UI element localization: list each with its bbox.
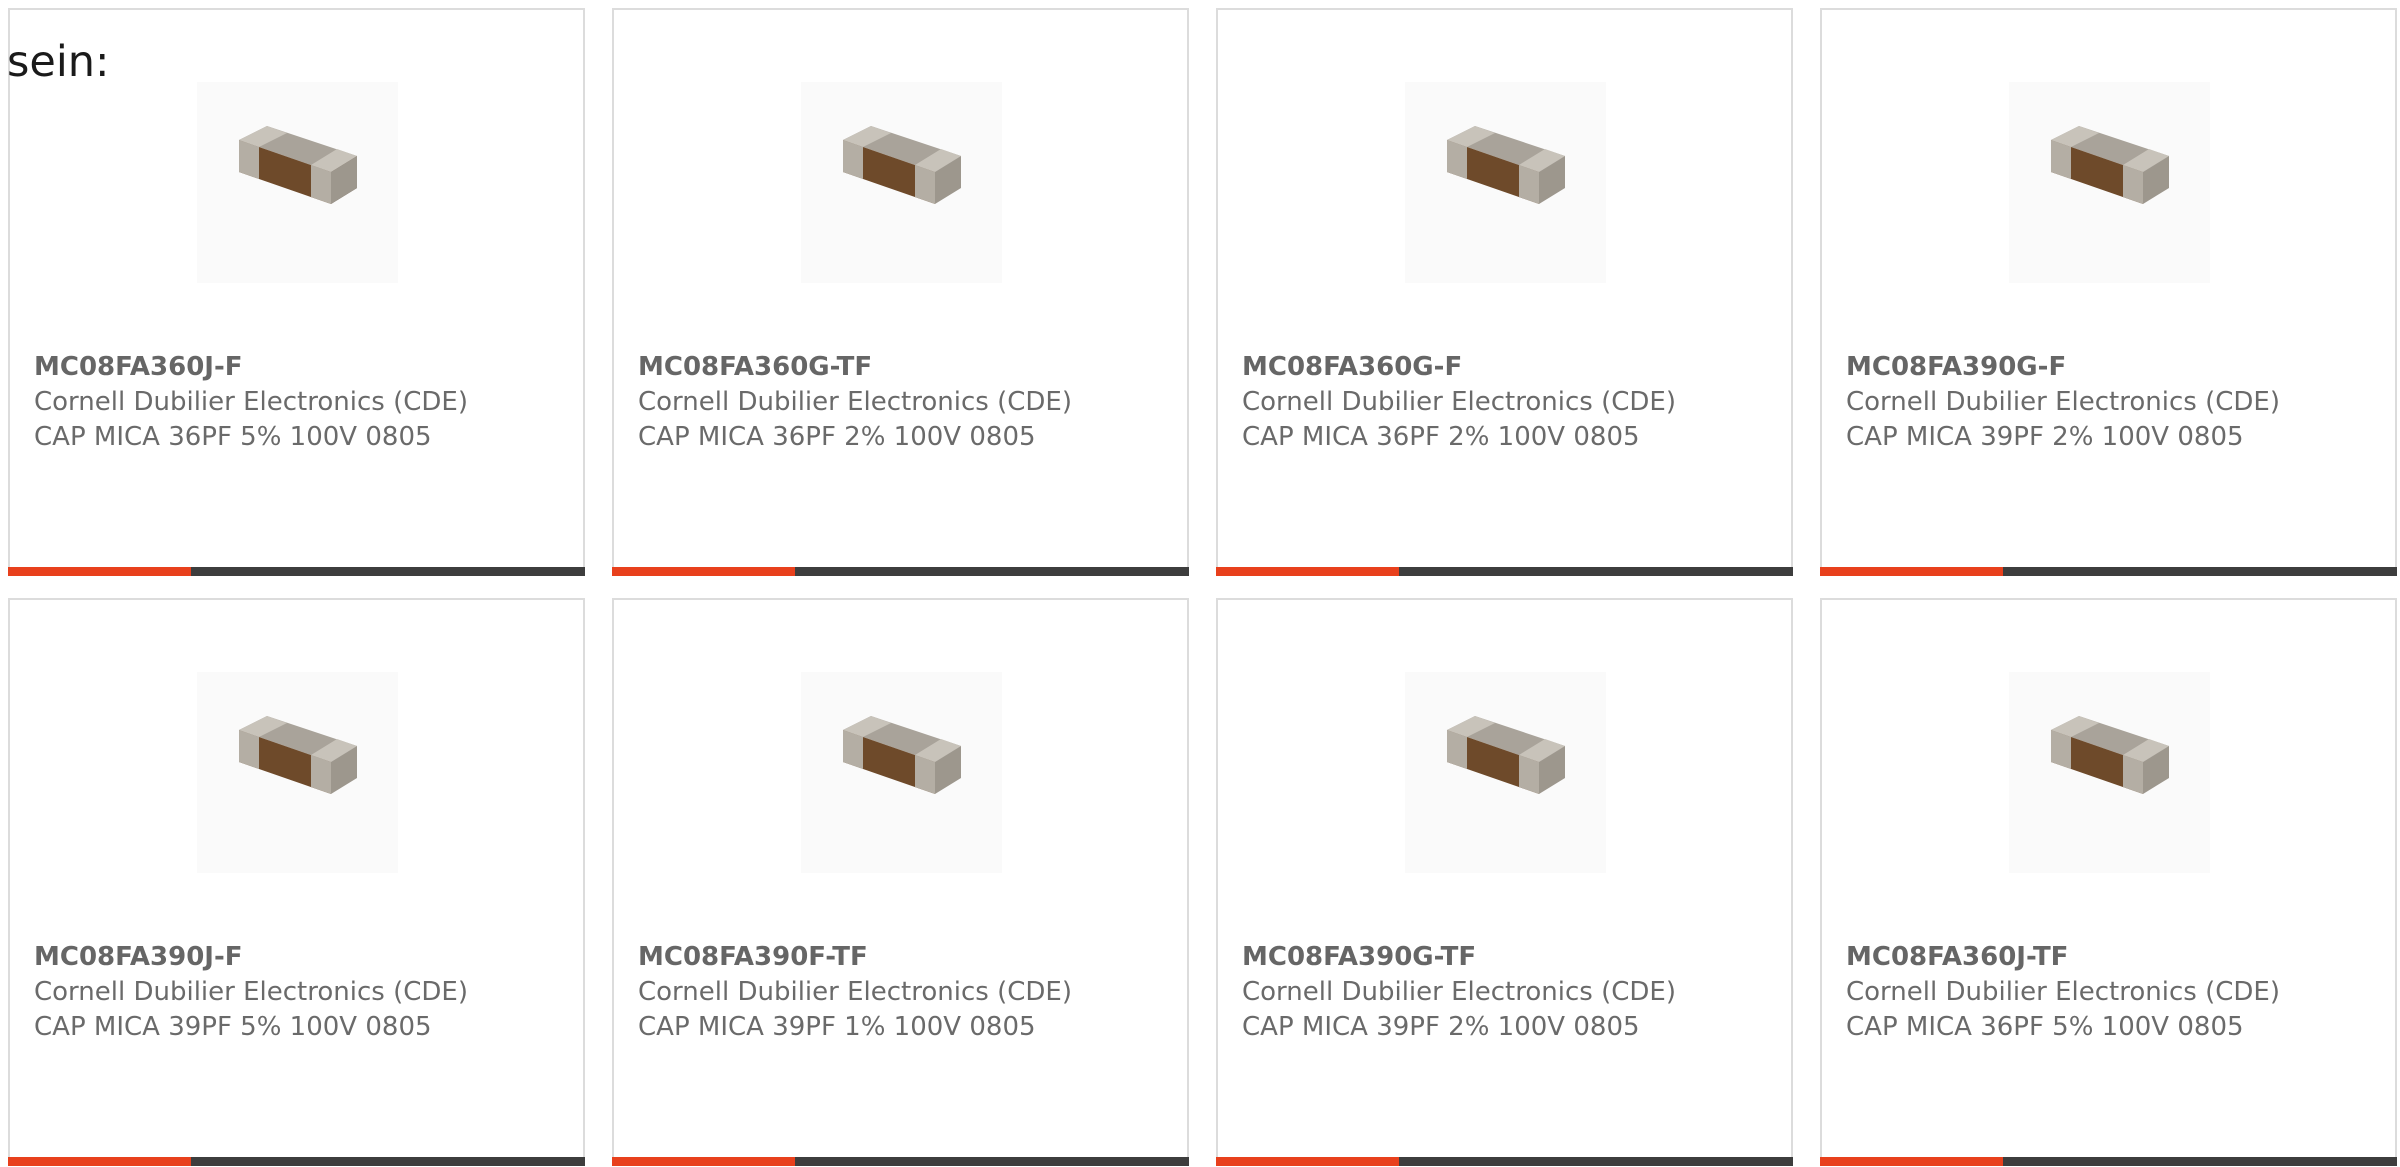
- description: CAP MICA 39PF 2% 100V 0805: [1242, 1012, 1640, 1042]
- part-number[interactable]: MC08FA390F-TF: [638, 940, 1178, 975]
- description: CAP MICA 39PF 1% 100V 0805: [638, 1012, 1036, 1042]
- manufacturer: Cornell Dubilier Electronics (CDE): [34, 387, 468, 417]
- smd-capacitor-image: [239, 126, 357, 204]
- product-info: MC08FA360G-F Cornell Dubilier Electronic…: [1242, 350, 1782, 455]
- manufacturer: Cornell Dubilier Electronics (CDE): [638, 387, 1072, 417]
- product-card[interactable]: MC08FA390G-TF Cornell Dubilier Electroni…: [1216, 598, 1793, 1166]
- product-card[interactable]: MC08FA390J-F Cornell Dubilier Electronic…: [8, 598, 585, 1166]
- part-number[interactable]: MC08FA360J-F: [34, 350, 574, 385]
- smd-capacitor-image: [239, 716, 357, 794]
- card-accent-bar: [612, 1157, 795, 1166]
- manufacturer: Cornell Dubilier Electronics (CDE): [638, 977, 1072, 1007]
- product-card[interactable]: MC08FA360J-F Cornell Dubilier Electronic…: [8, 8, 585, 576]
- product-card[interactable]: MC08FA360G-TF Cornell Dubilier Electroni…: [612, 8, 1189, 576]
- description: CAP MICA 36PF 2% 100V 0805: [1242, 422, 1640, 452]
- product-info: MC08FA390J-F Cornell Dubilier Electronic…: [34, 940, 574, 1045]
- product-image[interactable]: [2009, 82, 2210, 283]
- card-accent-bar: [1216, 567, 1399, 576]
- card-bottom-bar: [8, 1157, 585, 1166]
- manufacturer: Cornell Dubilier Electronics (CDE): [1846, 977, 2280, 1007]
- smd-capacitor-image: [843, 716, 961, 794]
- product-info: MC08FA360J-F Cornell Dubilier Electronic…: [34, 350, 574, 455]
- product-image[interactable]: [2009, 672, 2210, 873]
- smd-capacitor-image: [1447, 716, 1565, 794]
- product-image[interactable]: [197, 672, 398, 873]
- card-accent-bar: [8, 567, 191, 576]
- product-card[interactable]: MC08FA360G-F Cornell Dubilier Electronic…: [1216, 8, 1793, 576]
- manufacturer: Cornell Dubilier Electronics (CDE): [1242, 387, 1676, 417]
- manufacturer: Cornell Dubilier Electronics (CDE): [1242, 977, 1676, 1007]
- card-bottom-bar: [8, 567, 585, 576]
- card-bottom-bar: [1820, 567, 2397, 576]
- manufacturer: Cornell Dubilier Electronics (CDE): [34, 977, 468, 1007]
- description: CAP MICA 39PF 2% 100V 0805: [1846, 422, 2244, 452]
- product-card[interactable]: MC08FA390F-TF Cornell Dubilier Electroni…: [612, 598, 1189, 1166]
- description: CAP MICA 36PF 2% 100V 0805: [638, 422, 1036, 452]
- description: CAP MICA 36PF 5% 100V 0805: [1846, 1012, 2244, 1042]
- card-bottom-bar: [612, 567, 1189, 576]
- intro-text: sein:: [7, 37, 110, 87]
- manufacturer: Cornell Dubilier Electronics (CDE): [1846, 387, 2280, 417]
- smd-capacitor-image: [2051, 126, 2169, 204]
- product-info: MC08FA390G-TF Cornell Dubilier Electroni…: [1242, 940, 1782, 1045]
- part-number[interactable]: MC08FA390J-F: [34, 940, 574, 975]
- card-bottom-bar: [612, 1157, 1189, 1166]
- product-info: MC08FA390F-TF Cornell Dubilier Electroni…: [638, 940, 1178, 1045]
- product-image[interactable]: [1405, 672, 1606, 873]
- product-card[interactable]: MC08FA390G-F Cornell Dubilier Electronic…: [1820, 8, 2397, 576]
- card-bottom-bar: [1216, 567, 1793, 576]
- card-accent-bar: [8, 1157, 191, 1166]
- card-bottom-bar: [1820, 1157, 2397, 1166]
- product-image[interactable]: [1405, 82, 1606, 283]
- part-number[interactable]: MC08FA360G-F: [1242, 350, 1782, 385]
- part-number[interactable]: MC08FA360J-TF: [1846, 940, 2386, 975]
- smd-capacitor-image: [2051, 716, 2169, 794]
- product-image[interactable]: [801, 672, 1002, 873]
- description: CAP MICA 36PF 5% 100V 0805: [34, 422, 432, 452]
- smd-capacitor-image: [1447, 126, 1565, 204]
- product-image[interactable]: [197, 82, 398, 283]
- smd-capacitor-image: [843, 126, 961, 204]
- part-number[interactable]: MC08FA390G-F: [1846, 350, 2386, 385]
- card-accent-bar: [1216, 1157, 1399, 1166]
- card-bottom-bar: [1216, 1157, 1793, 1166]
- description: CAP MICA 39PF 5% 100V 0805: [34, 1012, 432, 1042]
- product-info: MC08FA360G-TF Cornell Dubilier Electroni…: [638, 350, 1178, 455]
- part-number[interactable]: MC08FA390G-TF: [1242, 940, 1782, 975]
- product-info: MC08FA360J-TF Cornell Dubilier Electroni…: [1846, 940, 2386, 1045]
- part-number[interactable]: MC08FA360G-TF: [638, 350, 1178, 385]
- card-accent-bar: [612, 567, 795, 576]
- card-accent-bar: [1820, 567, 2003, 576]
- product-info: MC08FA390G-F Cornell Dubilier Electronic…: [1846, 350, 2386, 455]
- product-image[interactable]: [801, 82, 1002, 283]
- product-card[interactable]: MC08FA360J-TF Cornell Dubilier Electroni…: [1820, 598, 2397, 1166]
- card-accent-bar: [1820, 1157, 2003, 1166]
